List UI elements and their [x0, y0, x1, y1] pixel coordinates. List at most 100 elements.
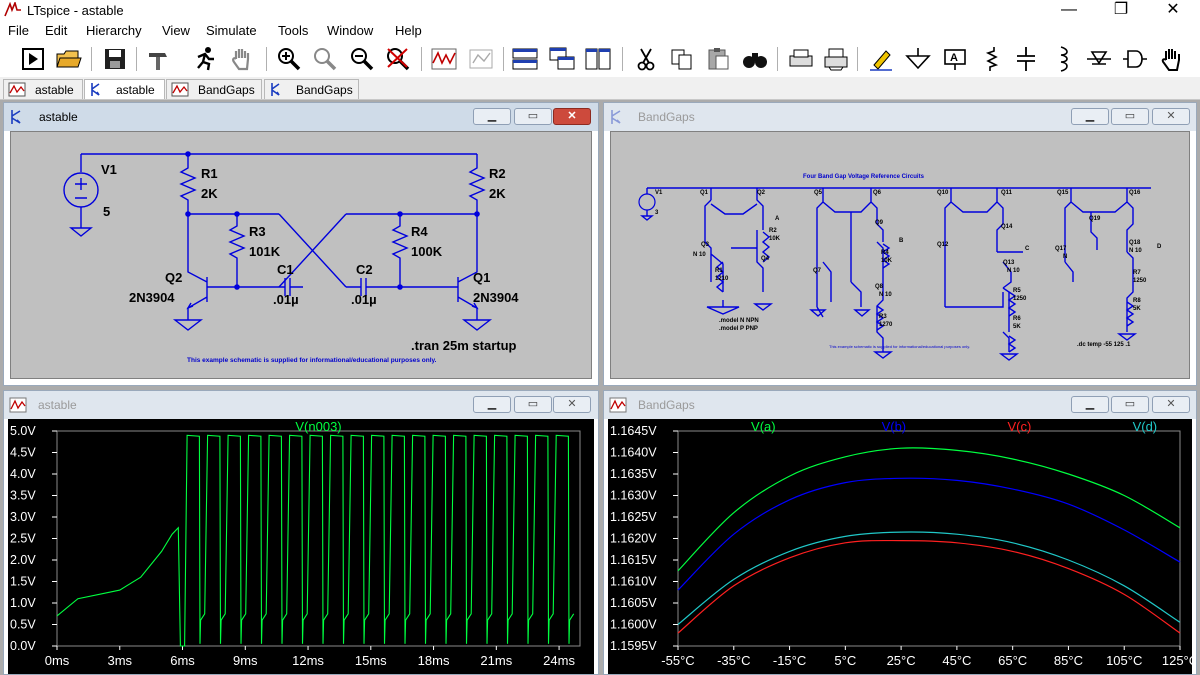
- svg-text:1210: 1210: [715, 276, 729, 282]
- open-icon[interactable]: [54, 45, 84, 73]
- svg-text:C: C: [1025, 246, 1030, 252]
- menu-simulate[interactable]: Simulate: [206, 23, 257, 38]
- astable-plot-titlebar[interactable]: astable ▁ ▭ ✕: [4, 391, 598, 419]
- x-tick-label: 105°C: [1106, 653, 1142, 668]
- cut-icon[interactable]: [631, 45, 661, 73]
- tab-astable-waveform[interactable]: astable: [3, 79, 83, 99]
- astable-schematic-canvas[interactable]: V1 5 R1 2K R2 2K R3 101K R4 100K C1 .01µ…: [10, 131, 592, 379]
- ground-icon[interactable]: [903, 45, 933, 73]
- resistor-icon[interactable]: [976, 45, 1006, 73]
- print-icon[interactable]: [821, 45, 851, 73]
- hammer-icon[interactable]: [143, 45, 173, 73]
- child-minimize-button[interactable]: ▁: [1071, 108, 1109, 125]
- child-close-button[interactable]: ✕: [1152, 108, 1190, 125]
- svg-text:Q1: Q1: [700, 190, 709, 196]
- zoom-cancel-icon[interactable]: [383, 45, 413, 73]
- tran-directive[interactable]: .tran 25m startup: [411, 338, 517, 353]
- model-pnp: .model P PNP: [719, 326, 758, 332]
- diode-icon[interactable]: [1084, 45, 1114, 73]
- menu-help[interactable]: Help: [395, 23, 422, 38]
- pan-hand-icon[interactable]: [227, 45, 257, 73]
- x-tick-label: -55°C: [661, 653, 694, 668]
- tab-astable-schematic[interactable]: astable: [84, 79, 165, 99]
- v1-value: 5: [103, 204, 110, 219]
- svg-text:Q2: Q2: [757, 190, 766, 196]
- y-tick-label: 1.5V: [10, 575, 36, 589]
- run-icon[interactable]: [18, 45, 48, 73]
- tab-bandgaps-schematic[interactable]: BandGaps: [264, 79, 359, 99]
- copy-icon[interactable]: [667, 45, 697, 73]
- child-restore-button[interactable]: ▭: [514, 108, 552, 125]
- astable-schematic-titlebar[interactable]: astable ▁ ▭ ✕: [4, 103, 598, 131]
- paste-icon[interactable]: [703, 45, 733, 73]
- bandgaps-schematic-canvas[interactable]: Four Band Gap Voltage Reference Circuits…: [610, 131, 1190, 379]
- cascade-icon[interactable]: [547, 45, 577, 73]
- capacitor-icon[interactable]: [1011, 45, 1041, 73]
- tile-horizontal-icon[interactable]: [510, 45, 540, 73]
- dc-directive[interactable]: .dc temp -55 125 .1: [1077, 342, 1131, 348]
- svg-text:R8: R8: [1133, 298, 1141, 304]
- plot-frame: [56, 430, 581, 647]
- child-restore-button[interactable]: ▭: [1111, 396, 1149, 413]
- y-tick-label: 3.0V: [10, 510, 36, 524]
- autorange-icon[interactable]: [466, 45, 496, 73]
- close-button[interactable]: ✕: [1150, 0, 1196, 20]
- zoom-out-icon[interactable]: [310, 45, 340, 73]
- waveform-icon[interactable]: [429, 45, 459, 73]
- q2-value: 2N3904: [129, 290, 175, 305]
- plot-frame: [677, 430, 1181, 647]
- x-tick-label: 15ms: [355, 653, 387, 668]
- waveform-icon: [9, 397, 27, 413]
- move-hand-icon[interactable]: [1157, 45, 1187, 73]
- child-restore-button[interactable]: ▭: [514, 396, 552, 413]
- bandgap-circuit-1: Q1 Q2 R2 10K Q3 N 10 Q4 R1 1210 A: [693, 188, 781, 315]
- component-icon[interactable]: [1120, 45, 1150, 73]
- y-tick-label: 4.5V: [10, 446, 36, 460]
- child-restore-button[interactable]: ▭: [1111, 108, 1149, 125]
- save-icon[interactable]: [100, 45, 130, 73]
- draw-wire-icon[interactable]: [866, 45, 896, 73]
- child-close-button[interactable]: ✕: [553, 396, 591, 413]
- schematic-disclaimer: This example schematic is supplied for i…: [187, 357, 437, 364]
- child-close-button[interactable]: ✕: [1152, 396, 1190, 413]
- maximize-button[interactable]: ❐: [1098, 0, 1144, 20]
- child-close-button[interactable]: ✕: [553, 108, 591, 125]
- y-tick-label: 0.0V: [10, 639, 36, 653]
- menu-view[interactable]: View: [162, 23, 190, 38]
- running-man-icon[interactable]: [190, 45, 220, 73]
- svg-text:Q9: Q9: [875, 220, 884, 226]
- astable-plot-canvas[interactable]: 0.0V 0.5V 1.0V 1.5V 2.0V 2.5V 3.0V 3.5V 4.0V 4.5V…: [8, 419, 594, 674]
- print-setup-icon[interactable]: [786, 45, 816, 73]
- y-tick-label: 1.1595V: [610, 639, 657, 653]
- svg-text:Q14: Q14: [1001, 224, 1013, 230]
- svg-text:R6: R6: [1013, 316, 1021, 322]
- tab-bandgaps-waveform[interactable]: BandGaps: [166, 79, 262, 99]
- tile-vertical-icon[interactable]: [583, 45, 613, 73]
- svg-text:N 10: N 10: [1129, 248, 1142, 254]
- menu-edit[interactable]: Edit: [45, 23, 67, 38]
- bandgaps-plot-canvas[interactable]: 1.1595V 1.1600V 1.1605V 1.1610V 1.1615V 1.162…: [608, 419, 1198, 674]
- child-minimize-button[interactable]: ▁: [473, 396, 511, 413]
- menu-file[interactable]: File: [8, 23, 29, 38]
- find-icon[interactable]: [740, 45, 770, 73]
- minimize-button[interactable]: —: [1046, 0, 1092, 20]
- child-minimize-button[interactable]: ▁: [473, 108, 511, 125]
- inductor-icon[interactable]: [1047, 45, 1077, 73]
- bandgaps-schematic-titlebar[interactable]: BandGaps ▁ ▭ ✕: [604, 103, 1196, 131]
- svg-text:Q4: Q4: [761, 256, 770, 262]
- x-tick-label: 18ms: [418, 653, 450, 668]
- zoom-fit-icon[interactable]: [347, 45, 377, 73]
- y-tick-label: 1.1645V: [610, 424, 657, 438]
- svg-text:5K: 5K: [1133, 306, 1141, 312]
- menu-tools[interactable]: Tools: [278, 23, 308, 38]
- label-net-icon[interactable]: A: [940, 45, 970, 73]
- menu-window[interactable]: Window: [327, 23, 373, 38]
- menu-hierarchy[interactable]: Hierarchy: [86, 23, 142, 38]
- y-tick-label: 1.1610V: [610, 575, 657, 589]
- trace-v-n003: [56, 434, 575, 647]
- child-minimize-button[interactable]: ▁: [1071, 396, 1109, 413]
- svg-text:Q3: Q3: [701, 242, 710, 248]
- bandgaps-plot-titlebar[interactable]: BandGaps ▁ ▭ ✕: [604, 391, 1196, 419]
- y-tick-label: 1.1620V: [610, 532, 657, 546]
- zoom-in-icon[interactable]: [274, 45, 304, 73]
